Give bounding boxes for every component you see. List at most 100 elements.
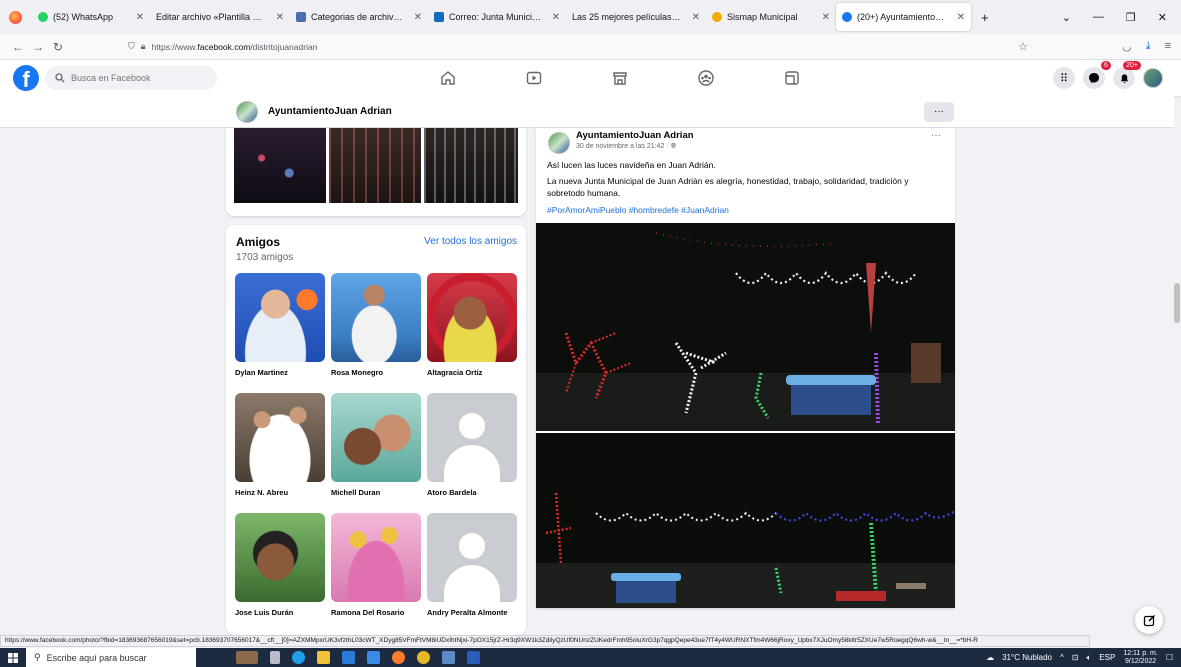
page-avatar[interactable]: [236, 100, 258, 123]
edge-icon[interactable]: [292, 651, 305, 664]
file-explorer-icon[interactable]: [317, 651, 330, 664]
post-options-button[interactable]: ···: [931, 130, 941, 141]
close-tab-icon[interactable]: ✕: [953, 12, 965, 23]
photo-thumbnail[interactable]: [329, 128, 421, 203]
account-avatar[interactable]: [1143, 68, 1163, 88]
friend-item[interactable]: Atoro Bardela: [427, 393, 517, 497]
post-author-name[interactable]: AyuntamientoJuan Adrian: [576, 130, 694, 141]
tab-peliculas[interactable]: Las 25 mejores películas realmente ✕: [566, 3, 706, 31]
tab-facebook[interactable]: (20+) AyuntamientoJuan Adrian ✕: [836, 3, 971, 31]
downloads-icon[interactable]: ⤓: [1146, 40, 1151, 53]
maximize-icon[interactable]: ❐: [1126, 11, 1136, 24]
friend-photo[interactable]: [235, 393, 325, 482]
friend-name[interactable]: Michell Duran: [331, 488, 421, 497]
tab-sismap[interactable]: Sismap Municipal ✕: [706, 3, 836, 31]
app-icon[interactable]: [442, 651, 455, 664]
tray-chevron-icon[interactable]: ^: [1060, 653, 1064, 662]
tab-correo[interactable]: Correo: Junta Municipal Juan A ✕: [428, 3, 566, 31]
post-author-avatar[interactable]: [548, 132, 570, 154]
close-tab-icon[interactable]: ✕: [132, 12, 144, 23]
new-message-button[interactable]: [1135, 606, 1163, 634]
post-photo-2[interactable]: [536, 433, 955, 608]
friend-item[interactable]: Michell Duran: [331, 393, 421, 497]
weather-text[interactable]: 31°C Nublado: [1002, 653, 1052, 662]
nav-marketplace[interactable]: [577, 60, 663, 96]
post-photo-1[interactable]: [536, 223, 955, 431]
friend-photo-placeholder[interactable]: [427, 393, 517, 482]
nav-groups[interactable]: [663, 60, 749, 96]
photo-thumbnail[interactable]: [234, 128, 326, 203]
nav-home[interactable]: [405, 60, 491, 96]
search-box[interactable]: [45, 66, 217, 90]
friend-name[interactable]: Heinz N. Abreu: [235, 488, 325, 497]
friend-item[interactable]: Heinz N. Abreu: [235, 393, 325, 497]
new-tab-icon[interactable]: +: [981, 10, 989, 25]
friend-photo[interactable]: [427, 273, 517, 362]
page-scrollbar-thumb[interactable]: [1174, 283, 1180, 323]
messenger-button[interactable]: 6: [1083, 61, 1111, 89]
photo-thumbnail[interactable]: [424, 128, 518, 203]
mail-icon[interactable]: [367, 651, 380, 664]
notifications-button[interactable]: 20+: [1113, 61, 1141, 89]
friend-photo-placeholder[interactable]: [427, 513, 517, 602]
friend-photo[interactable]: [235, 513, 325, 602]
close-window-icon[interactable]: ✕: [1158, 11, 1167, 24]
reload-icon[interactable]: ↻: [48, 40, 68, 54]
friend-name[interactable]: Rosa Monegro: [331, 368, 421, 377]
taskbar-search[interactable]: ⚲ Escribe aquí para buscar: [26, 648, 196, 667]
menu-icon[interactable]: ≡: [1165, 40, 1171, 53]
menu-grid-button[interactable]: ⠿: [1053, 67, 1075, 89]
list-tabs-icon[interactable]: ⌄: [1062, 11, 1071, 24]
page-name[interactable]: AyuntamientoJuan Adrian: [268, 106, 392, 117]
friend-item[interactable]: Andry Peralta Almonte: [427, 513, 517, 617]
url-bar[interactable]: ⛉ 🔒︎ https://www.facebook.com/distritoju…: [128, 40, 1028, 53]
tab-editar-archivo[interactable]: Editar archivo «Plantilla Cumplimie ✕: [150, 3, 290, 31]
see-all-friends-link[interactable]: Ver todos los amigos: [424, 236, 517, 247]
friend-name[interactable]: Altagracia Ortiz: [427, 368, 517, 377]
tab-categorias[interactable]: Categorias de archivos Publicac ✕: [290, 3, 428, 31]
pocket-icon[interactable]: ◡: [1122, 40, 1132, 53]
friend-item[interactable]: Jose Luis Durán: [235, 513, 325, 617]
close-tab-icon[interactable]: ✕: [272, 12, 284, 23]
friend-name[interactable]: Atoro Bardela: [427, 488, 517, 497]
bookmark-star-icon[interactable]: ☆: [1018, 40, 1028, 53]
firefox-taskbar-icon[interactable]: [392, 651, 405, 664]
volume-icon[interactable]: 🔈︎: [1086, 653, 1091, 663]
friend-item[interactable]: Dylan Martinez: [235, 273, 325, 377]
language-indicator[interactable]: ESP: [1099, 653, 1115, 662]
friend-name[interactable]: Jose Luis Durán: [235, 608, 325, 617]
friend-item[interactable]: Ramona Del Rosario: [331, 513, 421, 617]
close-tab-icon[interactable]: ✕: [410, 12, 422, 23]
friend-photo[interactable]: [235, 273, 325, 362]
notification-center-icon[interactable]: ☐: [1166, 653, 1173, 662]
friend-item[interactable]: Altagracia Ortiz: [427, 273, 517, 377]
friend-name[interactable]: Andry Peralta Almonte: [427, 608, 517, 617]
page-more-button[interactable]: ···: [924, 101, 954, 122]
firefox-icon[interactable]: [9, 10, 22, 24]
friend-photo[interactable]: [331, 393, 421, 482]
close-tab-icon[interactable]: ✕: [548, 12, 560, 23]
nav-watch[interactable]: [491, 60, 577, 96]
post-hashtags[interactable]: #PorAmorAmiPueblo #hombredefe #JuanAdria…: [547, 205, 729, 215]
windows-start-icon[interactable]: [0, 652, 26, 663]
friend-photo[interactable]: [331, 513, 421, 602]
friend-photo[interactable]: [331, 273, 421, 362]
post-timestamp[interactable]: 30 de noviembre a las 21:42 · 🌐︎: [576, 143, 676, 151]
tab-whatsapp[interactable]: (52) WhatsApp ✕: [32, 3, 150, 31]
friend-name[interactable]: Dylan Martinez: [235, 368, 325, 377]
close-tab-icon[interactable]: ✕: [818, 12, 830, 23]
facebook-logo-icon[interactable]: f: [13, 65, 39, 91]
cortana-image-icon[interactable]: [236, 651, 258, 664]
task-view-icon[interactable]: [270, 651, 280, 664]
minimize-icon[interactable]: —: [1093, 11, 1104, 24]
chrome-icon[interactable]: [417, 651, 430, 664]
taskbar-clock[interactable]: 12:11 p. m. 9/12/2022: [1123, 650, 1158, 665]
friend-name[interactable]: Ramona Del Rosario: [331, 608, 421, 617]
forward-icon[interactable]: →: [28, 40, 48, 54]
word-icon[interactable]: [467, 651, 480, 664]
network-icon[interactable]: ⊡: [1072, 653, 1079, 662]
store-icon[interactable]: [342, 651, 355, 664]
search-input[interactable]: [71, 73, 201, 83]
friend-item[interactable]: Rosa Monegro: [331, 273, 421, 377]
nav-gaming[interactable]: [749, 60, 835, 96]
